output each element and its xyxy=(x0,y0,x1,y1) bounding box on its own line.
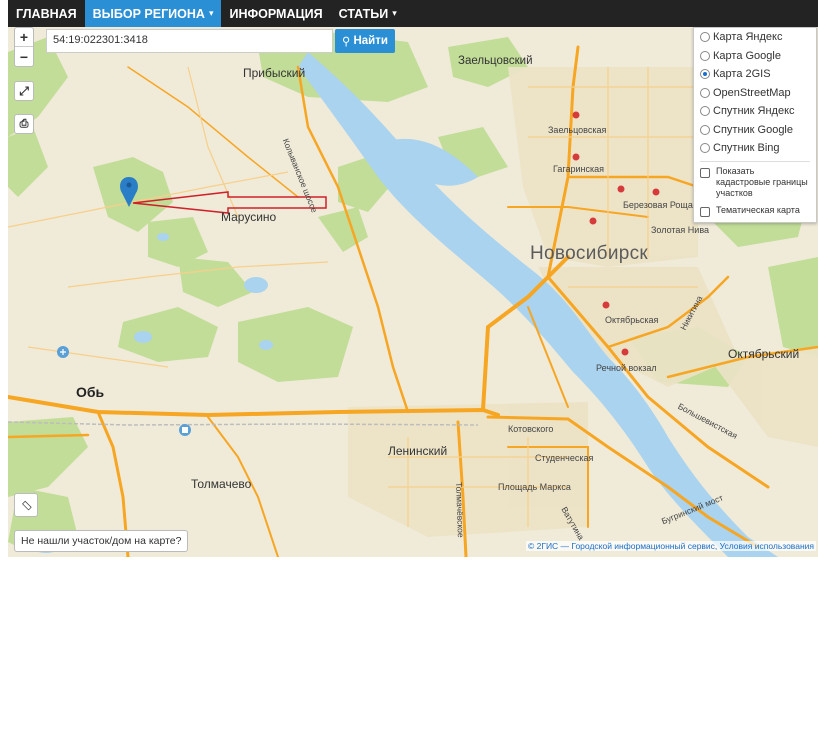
nav-region-label: ВЫБОР РЕГИОНА xyxy=(92,6,205,21)
expand-icon: ⤢ xyxy=(19,83,29,98)
layer-option-label: Карта 2GIS xyxy=(713,68,771,81)
zoom-out-button[interactable]: − xyxy=(15,47,33,66)
layer-option[interactable]: Спутник Google xyxy=(700,121,810,140)
chevron-down-icon: ▾ xyxy=(392,8,397,18)
label-tolmachevo: Толмачево xyxy=(191,477,252,491)
label-marusino: Марусино xyxy=(221,210,277,224)
layer-option-label: Карта Яндекс xyxy=(713,31,783,44)
not-found-button[interactable]: Не нашли участок/дом на карте? xyxy=(14,530,189,552)
layer-switcher-panel: Карта Яндекс Карта Google Карта 2GIS OpenSt… xyxy=(693,27,817,223)
label-ob: Обь xyxy=(76,384,105,400)
top-navigation: ГЛАВНАЯ ВЫБОР РЕГИОНА ▾ ИНФОРМАЦИЯ СТАТЬ… xyxy=(8,0,818,27)
layer-radio[interactable] xyxy=(700,106,710,117)
zoom-in-button[interactable]: + xyxy=(15,28,33,47)
layer-radio[interactable] xyxy=(700,69,710,80)
cadastral-search-input[interactable]: 54:19:022301:3418 xyxy=(46,29,333,53)
layer-radio[interactable] xyxy=(700,124,710,135)
label-metro-studencheskaya: Студенческая xyxy=(535,453,594,463)
search-button-label: Найти xyxy=(353,35,388,47)
layer-radio[interactable] xyxy=(700,87,710,98)
layer-option[interactable]: Спутник Яндекс xyxy=(700,102,810,121)
layer-option-label: Карта Google xyxy=(713,49,781,62)
fullscreen-button[interactable]: ⤢ xyxy=(14,81,34,101)
cadastral-checkbox[interactable] xyxy=(700,167,710,178)
label-tolmachevskoe-road: Толмачёвское xyxy=(454,482,466,538)
layer-radio[interactable] xyxy=(700,143,710,154)
printer-icon: ⎙ xyxy=(19,117,29,130)
thematic-toggle[interactable]: Тематическая карта xyxy=(700,205,810,217)
print-button[interactable]: ⎙ xyxy=(14,114,34,134)
layer-option-label: Спутник Bing xyxy=(713,142,780,155)
thematic-toggle-label: Тематическая карта xyxy=(716,204,800,215)
ruler-icon: ▯ xyxy=(18,497,34,513)
search-icon: ⚲ xyxy=(342,36,351,48)
zoom-control: + − xyxy=(14,27,34,67)
label-pribysky: Прибыский xyxy=(243,66,306,80)
thematic-checkbox[interactable] xyxy=(700,206,710,217)
label-metro-oktyabrskaya: Октябрьская xyxy=(605,315,659,325)
chevron-down-icon: ▾ xyxy=(208,8,214,18)
label-metro-berezovaya: Березовая Роща xyxy=(623,200,693,210)
nav-region-select[interactable]: ВЫБОР РЕГИОНА ▾ xyxy=(84,0,222,27)
cadastral-toggle[interactable]: Показать кадастровые границы участков xyxy=(700,166,810,199)
label-metro-gagarinskaya: Гагаринская xyxy=(553,164,604,174)
label-metro-rechnoy: Речной вокзал xyxy=(596,363,657,373)
layer-option[interactable]: OpenStreetMap xyxy=(700,84,810,103)
layers-divider xyxy=(700,160,810,162)
label-novosibirsk: Новосибирск xyxy=(530,243,649,264)
layer-options: Карта Яндекс Карта Google Карта 2GIS OpenSt… xyxy=(700,28,810,158)
map-canvas[interactable]: Заельцовский Прибыский Марусино Новосиби… xyxy=(8,27,818,557)
layer-option[interactable]: Спутник Bing xyxy=(700,139,810,158)
map-attribution[interactable]: © 2ГИС — Городской информационный сервис… xyxy=(525,541,816,551)
layer-option-label: OpenStreetMap xyxy=(713,86,791,99)
label-metro-zaeltsovskaya: Заельцовская xyxy=(548,125,607,135)
measure-button[interactable]: ▯ xyxy=(14,493,38,517)
label-metro-kotovskogo: Котовского xyxy=(508,424,554,434)
layer-radio[interactable] xyxy=(700,32,710,43)
label-metro-zolotaya: Золотая Нива xyxy=(651,225,710,235)
nav-articles-label: СТАТЬИ xyxy=(338,6,389,21)
label-oktyabrsky: Октябрьский xyxy=(728,347,800,361)
search-button[interactable]: ⚲ Найти xyxy=(335,29,395,53)
layer-radio[interactable] xyxy=(700,50,710,61)
nav-info[interactable]: ИНФОРМАЦИЯ xyxy=(221,0,330,27)
nav-home[interactable]: ГЛАВНАЯ xyxy=(8,0,85,27)
layer-option[interactable]: Карта Google xyxy=(700,47,810,66)
label-zeltsovsky: Заельцовский xyxy=(458,55,533,67)
nav-articles[interactable]: СТАТЬИ ▾ xyxy=(331,0,405,27)
layer-option[interactable]: Карта 2GIS xyxy=(700,65,810,84)
label-metro-ploshchad: Площадь Маркса xyxy=(498,482,571,492)
layer-option-label: Спутник Google xyxy=(713,123,793,136)
layer-option[interactable]: Карта Яндекс xyxy=(700,28,810,47)
layer-option-label: Спутник Яндекс xyxy=(713,105,795,118)
cadastral-toggle-label: Показать кадастровые границы участков xyxy=(716,165,808,198)
label-leninsky: Ленинский xyxy=(388,444,448,458)
